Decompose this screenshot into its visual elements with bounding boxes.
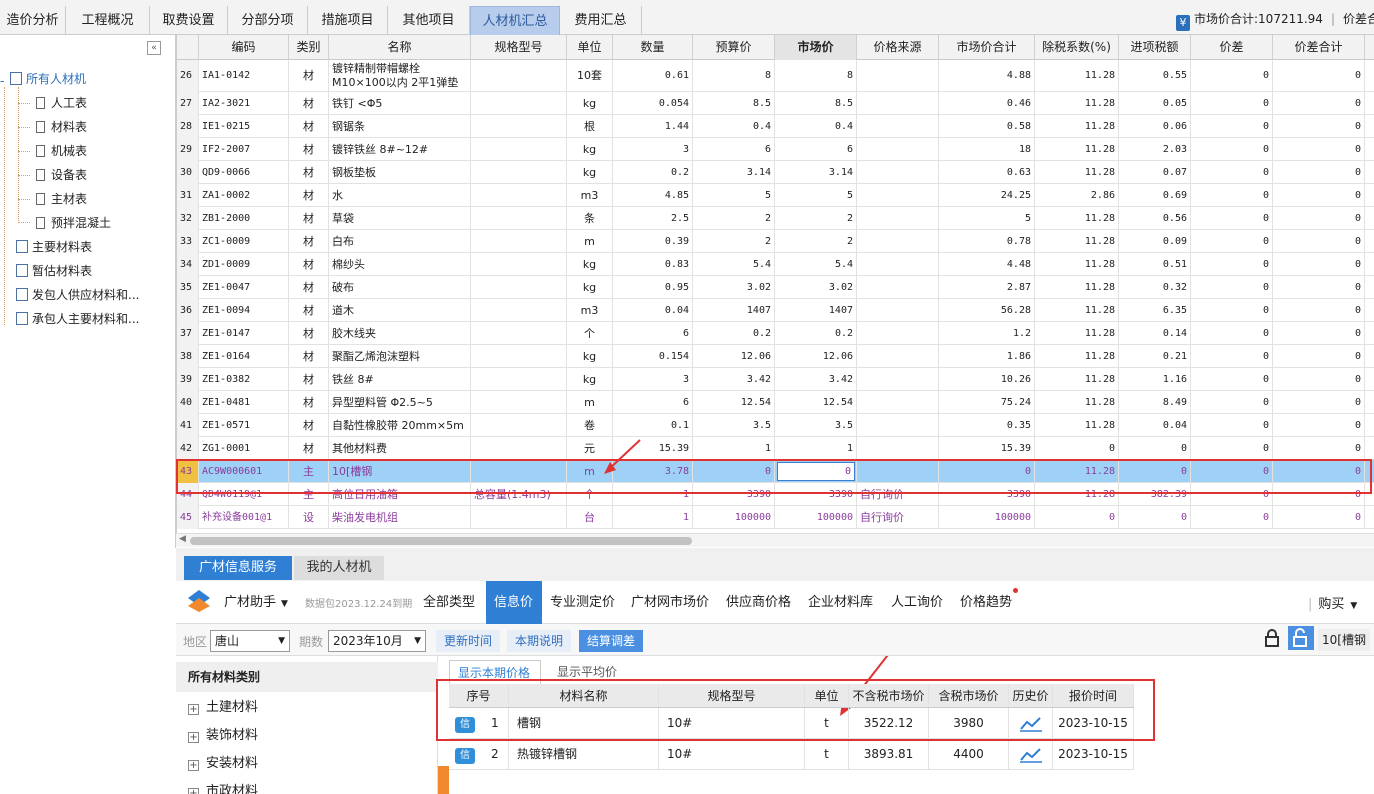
category-decoration[interactable]: + 装饰材料 (188, 725, 258, 747)
cell-material-name: 热镀锌槽钢 (509, 739, 659, 769)
expand-icon: + (188, 760, 199, 771)
buy-button[interactable]: | 购买 ▼ (1308, 593, 1357, 612)
cell-quote-date: 2023-10-15 (1053, 739, 1134, 769)
cell-price-unit: t (805, 739, 849, 769)
tab-professional-price[interactable]: 专业测定价 (550, 593, 615, 613)
update-time-button[interactable]: 更新时间 (436, 630, 501, 652)
notification-dot (1013, 588, 1018, 593)
history-chart-icon[interactable] (1009, 739, 1053, 769)
category-civil[interactable]: + 土建材料 (188, 697, 258, 719)
category-municipal[interactable]: + 市政材料 (188, 781, 258, 794)
tab-info-price[interactable]: 信息价 (494, 593, 533, 613)
tab-all-types[interactable]: 全部类型 (423, 593, 475, 613)
tab-enterprise-library[interactable]: 企业材料库 (808, 593, 873, 613)
lock-icon[interactable] (1263, 628, 1281, 648)
category-panel: 所有材料类别 + 土建材料 + 装饰材料 + 安装材料 + 市政材料 (176, 656, 438, 794)
period-note-button[interactable]: 本期说明 (507, 630, 572, 652)
expand-icon: + (188, 788, 199, 794)
region-select[interactable]: 唐山 ▼ (210, 630, 290, 652)
region-label: 地区 (183, 635, 208, 649)
tab-my-materials[interactable]: 我的人材机 (294, 556, 384, 580)
tab-price-trend[interactable]: 价格趋势 (960, 593, 1012, 613)
assistant-logo-icon (188, 590, 210, 612)
tab-manual-inquiry[interactable]: 人工询价 (891, 593, 943, 613)
category-title: 所有材料类别 (176, 662, 438, 692)
category-installation[interactable]: + 安装材料 (188, 753, 258, 775)
period-select[interactable]: 2023年10月 ▼ (328, 630, 426, 652)
tab-gc-info-service[interactable]: 广材信息服务 (184, 556, 292, 580)
expand-icon: + (188, 704, 199, 715)
search-keyword[interactable]: 10[槽钢 (1318, 629, 1370, 651)
highlight-box-price (436, 679, 1155, 741)
unlock-icon[interactable] (1288, 626, 1314, 650)
settlement-adjust-button[interactable]: 结算调差 (579, 630, 644, 652)
tab-gc-market-price[interactable]: 广材网市场价 (631, 593, 709, 613)
price-row[interactable]: 信 2 热镀锌槽钢 10# t 3893.81 4400 2023-10-15 (449, 739, 1134, 770)
assistant-menu[interactable]: 广材助手 ▼ (224, 593, 288, 614)
info-price-badge: 信 (455, 748, 475, 764)
cell-spec-model: 10# (659, 739, 805, 769)
cell-serial: 信2 (449, 739, 509, 769)
tab-supplier-price[interactable]: 供应商价格 (726, 593, 791, 613)
period-label: 期数 (299, 635, 324, 649)
cell-price-ex-tax: 3893.81 (849, 739, 929, 769)
bottom-tab-bar: 广材信息服务 我的人材机 (176, 548, 1374, 581)
data-package-expiry: 数据包2023.12.24到期 (305, 599, 413, 610)
expand-icon: + (188, 732, 199, 743)
cell-price-inc-tax: 4400 (929, 739, 1009, 769)
